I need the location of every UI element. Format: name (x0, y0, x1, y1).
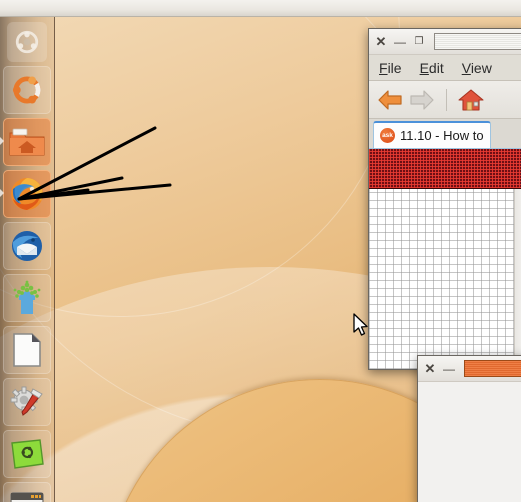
top-panel[interactable] (0, 0, 521, 17)
mouse-pointer (353, 313, 368, 336)
menu-view-rest: iew (470, 59, 492, 76)
firefox-icon (11, 178, 43, 210)
askubuntu-favicon: ask (380, 128, 395, 143)
dialog-titlebar[interactable]: ✕ — (418, 356, 521, 382)
vertical-scrollbar[interactable] (514, 189, 521, 369)
sidebar-item-firefox[interactable] (0, 170, 51, 218)
window-body: File Edit View ask 11.10 - How to (369, 55, 521, 369)
gear-wrench-icon (10, 386, 43, 416)
home-icon[interactable] (458, 88, 484, 112)
page-banner (369, 149, 521, 189)
back-arrow-icon[interactable] (377, 89, 403, 111)
software-center-icon (11, 439, 44, 469)
dialog-body (418, 382, 521, 502)
terminal-window-icon (10, 492, 44, 502)
minimize-icon[interactable]: — (392, 34, 408, 50)
menu-edit[interactable]: Edit (420, 60, 444, 76)
window-title (434, 33, 521, 50)
sidebar-item-home-folder[interactable] (0, 118, 51, 166)
menu-file-mnemonic: F (379, 59, 388, 76)
menu-file[interactable]: File (379, 60, 402, 76)
ubuntu-dash-icon (15, 30, 39, 54)
document-icon (13, 333, 41, 367)
menu-view-mnemonic: V (461, 59, 471, 76)
running-indicator-pip (0, 136, 4, 146)
ubuntu-one-tree-icon (13, 280, 41, 314)
menu-bar[interactable]: File Edit View (369, 55, 521, 81)
firefox-window[interactable]: ✕ — ❐ File Edit View ask 11.10 - How to (368, 28, 521, 370)
minimize-icon[interactable]: — (441, 361, 457, 377)
navigation-toolbar[interactable] (369, 81, 521, 119)
page-content-area[interactable] (369, 189, 521, 369)
tab-strip[interactable]: ask 11.10 - How to (369, 119, 521, 149)
menu-file-rest: ile (387, 59, 402, 76)
sidebar-item-libreoffice[interactable] (3, 326, 51, 374)
dialog-title (464, 360, 521, 377)
tab-label: 11.10 - How to (400, 128, 484, 143)
forward-arrow-icon (410, 89, 434, 110)
desktop-screen: ✕ — ❐ File Edit View ask 11.10 - How to … (0, 0, 521, 502)
unity-launcher[interactable] (0, 17, 55, 502)
maximize-icon[interactable]: ❐ (411, 34, 427, 50)
sidebar-item-terminal[interactable] (3, 482, 51, 502)
toolbar-separator (446, 88, 447, 111)
thunderbird-icon (12, 231, 42, 261)
launcher-bfb-ubuntu-button[interactable] (7, 22, 47, 62)
ubuntu-logo-icon (12, 76, 41, 104)
menu-edit-mnemonic: E (419, 59, 429, 76)
menu-edit-rest: dit (428, 59, 444, 76)
menu-view[interactable]: View (462, 60, 492, 76)
running-indicator-pip (0, 188, 4, 198)
tab-active[interactable]: ask 11.10 - How to (373, 121, 491, 148)
window-titlebar[interactable]: ✕ — ❐ (369, 29, 521, 55)
close-icon[interactable]: ✕ (422, 361, 438, 377)
sidebar-item-ubuntu-logo[interactable] (3, 66, 51, 114)
sidebar-item-thunderbird[interactable] (3, 222, 51, 270)
close-icon[interactable]: ✕ (373, 34, 389, 50)
sidebar-item-software-center[interactable] (3, 430, 51, 478)
secondary-window[interactable]: ✕ — (417, 355, 521, 502)
home-folder-icon (9, 128, 45, 156)
sidebar-item-system-settings[interactable] (3, 378, 51, 426)
sidebar-item-ubuntu-one[interactable] (3, 274, 51, 322)
